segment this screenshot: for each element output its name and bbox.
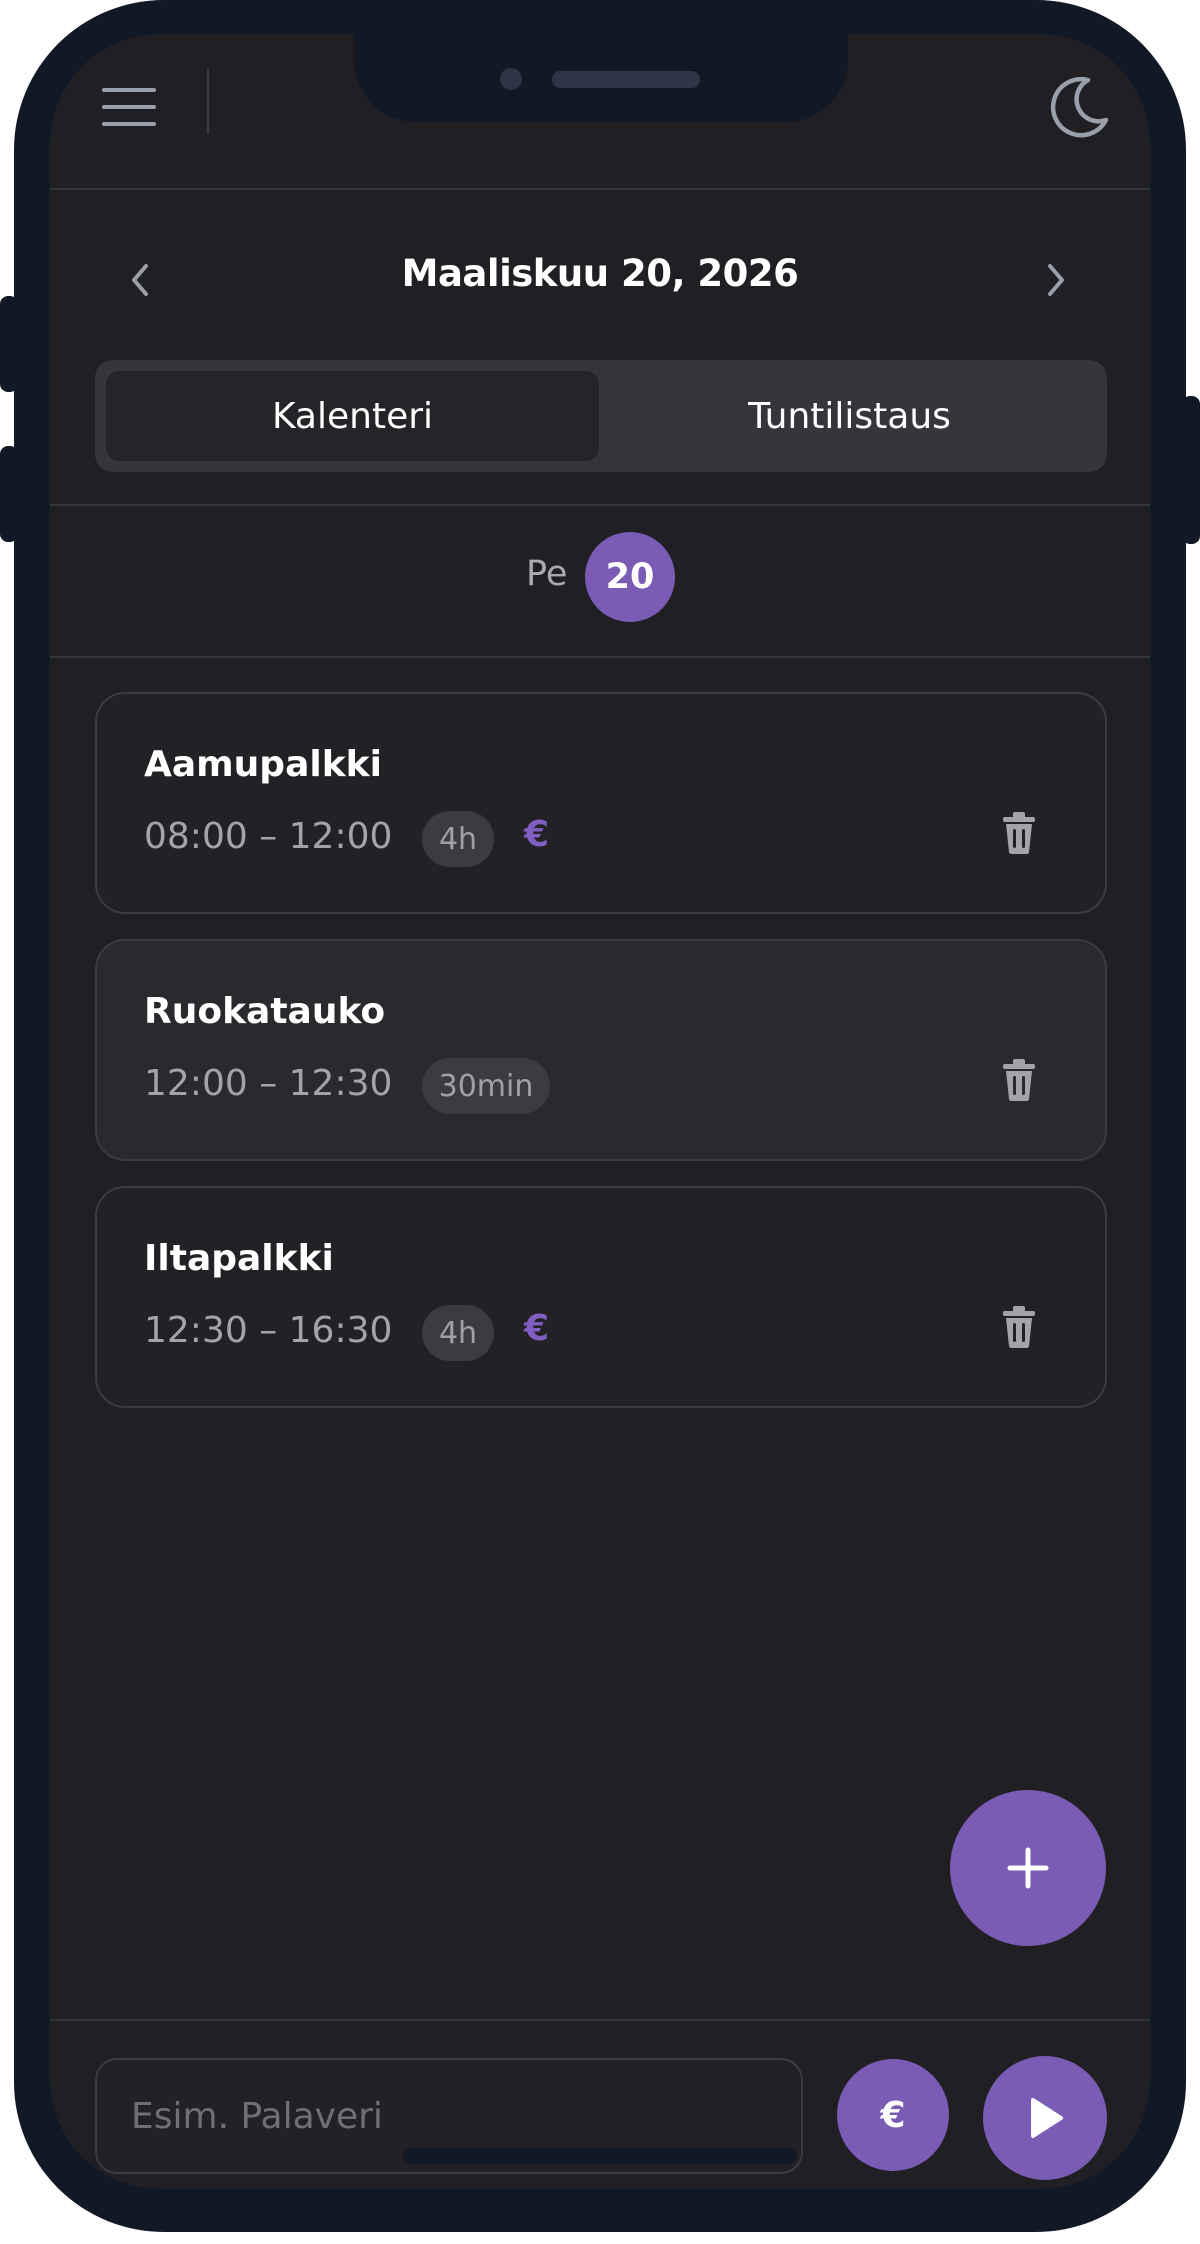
plus-icon — [1007, 1847, 1049, 1889]
prev-day-button[interactable] — [114, 254, 166, 306]
phone-side-button-volume-down — [0, 446, 18, 542]
entry-title: Aamupalkki — [144, 744, 382, 785]
bottom-bar-separator — [50, 2019, 1150, 2021]
duration-chip: 4h — [422, 811, 494, 867]
camera-icon — [500, 68, 522, 90]
header-separator — [50, 188, 1150, 190]
tab-kalenteri[interactable]: Kalenteri — [106, 371, 599, 461]
day-separator — [50, 656, 1150, 658]
moon-icon[interactable] — [1044, 72, 1114, 142]
trash-icon[interactable] — [1002, 1059, 1036, 1101]
speaker-grille — [552, 71, 700, 88]
view-tabs: Kalenteri Tuntilistaus — [95, 360, 1107, 472]
phone-side-button-power — [1182, 396, 1200, 544]
trash-icon[interactable] — [1002, 1306, 1036, 1348]
next-day-button[interactable] — [1030, 254, 1082, 306]
entry-time-range: 12:30 – 16:30 — [144, 1310, 393, 1351]
home-indicator — [403, 2148, 797, 2164]
entry-time-range: 12:00 – 12:30 — [144, 1063, 393, 1104]
start-timer-button[interactable] — [983, 2056, 1107, 2180]
entry-title: Ruokatauko — [144, 991, 386, 1032]
duration-chip: 30min — [422, 1058, 550, 1114]
current-date-title: Maaliskuu 20, 2026 — [401, 252, 799, 295]
euro-icon: € — [880, 2094, 906, 2136]
day-number-badge[interactable]: 20 — [585, 532, 675, 622]
tab-tuntilistaus[interactable]: Tuntilistaus — [603, 371, 1096, 461]
entry-title: Iltapalkki — [144, 1238, 334, 1279]
time-entry-card[interactable]: Ruokatauko 12:00 – 12:30 30min — [95, 939, 1107, 1161]
trash-icon[interactable] — [1002, 812, 1036, 854]
hamburger-menu-icon[interactable] — [102, 84, 156, 130]
weekday-label: Pe — [526, 554, 568, 594]
chevron-left-icon — [132, 264, 148, 296]
duration-chip: 4h — [422, 1305, 494, 1361]
add-entry-button[interactable] — [950, 1790, 1106, 1946]
app-screen: Maaliskuu 20, 2026 Kalenteri Tuntilistau… — [50, 34, 1150, 2189]
play-icon — [1031, 2098, 1063, 2138]
header-divider — [207, 68, 209, 134]
tabs-separator — [50, 504, 1150, 506]
time-entry-card[interactable]: Aamupalkki 08:00 – 12:00 4h € — [95, 692, 1107, 914]
billable-euro-icon: € — [524, 814, 550, 855]
billable-euro-icon: € — [524, 1308, 550, 1349]
chevron-right-icon — [1048, 264, 1064, 296]
time-entry-card[interactable]: Iltapalkki 12:30 – 16:30 4h € — [95, 1186, 1107, 1408]
phone-side-button-volume-up — [0, 296, 18, 392]
billable-toggle-button[interactable]: € — [837, 2059, 949, 2171]
entry-time-range: 08:00 – 12:00 — [144, 816, 393, 857]
phone-notch — [354, 34, 848, 122]
